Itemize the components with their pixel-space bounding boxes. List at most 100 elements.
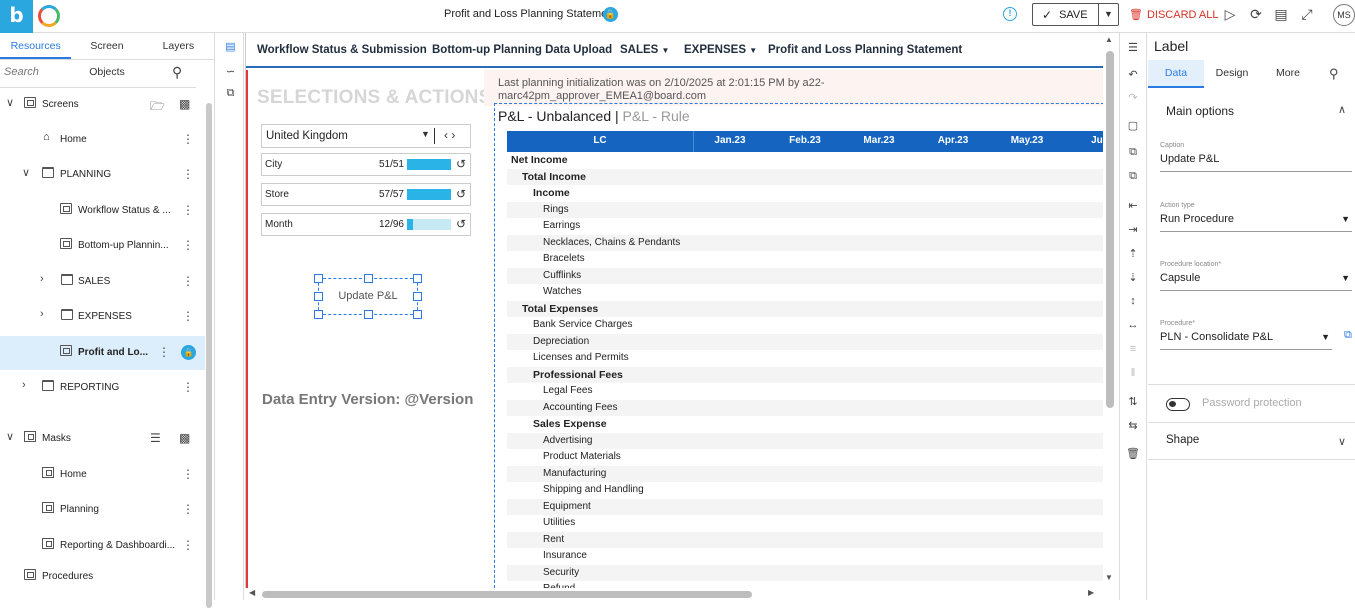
update-pl-label-object[interactable]: Update P&L (314, 274, 422, 319)
chevron-down-icon[interactable]: ∨ (1338, 435, 1346, 448)
search-icon[interactable]: ⚲ (1329, 66, 1339, 82)
screen-icon[interactable]: ▤ (1273, 6, 1289, 23)
send-backward-icon[interactable]: ⇆ (1126, 419, 1140, 432)
table-row[interactable]: Accounting Fees (507, 399, 1103, 416)
tab-data[interactable]: Data (1148, 60, 1204, 88)
chart-icon[interactable]: ∽ (224, 65, 237, 78)
bring-forward-icon[interactable]: ⇅ (1126, 395, 1140, 408)
resize-handle[interactable] (314, 310, 323, 319)
tree-item-reporting[interactable]: › REPORTING ⋮ (0, 371, 205, 405)
refresh-icon[interactable]: ⟳ (1248, 6, 1264, 23)
table-row[interactable]: Total Expenses (507, 300, 1103, 317)
menu-bottom-up[interactable]: Bottom-up Planning Data Upload (432, 44, 612, 56)
more-icon[interactable]: ⋮ (158, 345, 170, 359)
more-icon[interactable]: ⋮ (182, 132, 194, 146)
procedure-location-field[interactable]: Procedure location* Capsule ▼ (1160, 261, 1352, 291)
table-row[interactable]: Legal Fees (507, 383, 1103, 400)
table-row[interactable]: Watches (507, 284, 1103, 301)
caption-field[interactable]: Caption Update P&L (1160, 142, 1352, 172)
save-main[interactable]: ✓ SAVE (1033, 4, 1098, 25)
distribute-v-icon[interactable]: ≡ (1126, 343, 1140, 355)
align-center-v-icon[interactable]: ↕ (1126, 295, 1140, 307)
redo-icon[interactable]: ↷ (1126, 91, 1140, 104)
scroll-right-icon[interactable]: ▶ (1088, 588, 1094, 597)
tab-layers[interactable]: Layers (143, 33, 214, 59)
distribute-h-icon[interactable]: ‖ (1126, 367, 1140, 379)
grid-header-cell[interactable]: LC (507, 135, 693, 146)
menu-expenses[interactable]: EXPENSES ▼ (684, 44, 757, 56)
resize-handle[interactable] (413, 310, 422, 319)
screen-objects-icon[interactable]: ▤ (224, 40, 237, 53)
prev-next-icon[interactable]: ‹ › (444, 128, 455, 142)
canvas-horizontal-scrollbar[interactable]: ◀ ▶ (245, 588, 1103, 600)
more-icon[interactable]: ⋮ (182, 502, 194, 516)
grid-header-cell[interactable]: Apr.23 (930, 135, 976, 146)
tree-mask-planning[interactable]: Planning ⋮ (0, 493, 205, 527)
table-row[interactable]: Advertising (507, 432, 1103, 449)
more-icon[interactable]: ⋮ (182, 538, 194, 552)
password-toggle[interactable] (1166, 398, 1190, 411)
copy-icon[interactable]: ⧉ (224, 87, 237, 100)
tree-item-planning[interactable]: ∨ PLANNING ⋮ (0, 158, 205, 192)
grid-header-cell[interactable]: May.23 (1004, 135, 1050, 146)
resize-handle[interactable] (413, 292, 422, 301)
align-bottom-icon[interactable]: ⇣ (1126, 271, 1140, 284)
reset-icon[interactable]: ↺ (456, 187, 466, 201)
tab-screen-objects[interactable]: Screen Objects (71, 33, 142, 78)
lock-icon[interactable]: 🔒 (181, 345, 196, 360)
tree-mask-home[interactable]: Home ⋮ (0, 458, 205, 492)
trash-icon[interactable]: 🗑 (1126, 447, 1140, 460)
tree-item-profit-and-loss[interactable]: Profit and Lo... ⋮ 🔒 (0, 336, 205, 370)
table-row[interactable]: Earrings (507, 218, 1103, 235)
caret-down-icon[interactable]: ▼ (1341, 273, 1350, 283)
align-center-h-icon[interactable]: ↔ (1126, 319, 1140, 331)
tab-more[interactable]: More (1260, 60, 1316, 88)
table-row[interactable]: Total Income (507, 168, 1103, 185)
resize-handle[interactable] (364, 310, 373, 319)
table-row[interactable]: Bracelets (507, 251, 1103, 268)
selector-month[interactable]: Month 12/96 ↺ (261, 213, 471, 236)
scroll-left-icon[interactable]: ◀ (249, 588, 255, 597)
paste-icon[interactable]: ⧉ (1126, 170, 1140, 183)
more-icon[interactable]: ⋮ (182, 309, 194, 323)
shape-section[interactable]: Shape (1166, 434, 1199, 446)
scroll-up-icon[interactable]: ▲ (1105, 35, 1113, 44)
table-row[interactable]: Cufflinks (507, 267, 1103, 284)
table-row[interactable]: Insurance (507, 548, 1103, 565)
table-row[interactable]: Utilities (507, 515, 1103, 532)
caret-down-icon[interactable]: ▼ (1321, 332, 1330, 342)
undo-icon[interactable]: ↶ (1126, 68, 1140, 81)
table-row[interactable]: Refund (507, 581, 1103, 588)
reset-icon[interactable]: ↺ (456, 217, 466, 231)
chevron-right-icon[interactable]: › (40, 273, 44, 285)
table-row[interactable]: Bank Service Charges (507, 317, 1103, 334)
grid-header-cell[interactable]: Jan.23 (707, 135, 753, 146)
tab-design[interactable]: Design (1204, 60, 1260, 88)
table-row[interactable]: Shipping and Handling (507, 482, 1103, 499)
chevron-down-icon[interactable]: ∨ (6, 96, 14, 109)
caret-down-icon[interactable]: ▼ (421, 129, 430, 139)
table-row[interactable]: Manufacturing (507, 465, 1103, 482)
more-icon[interactable]: ⋮ (182, 238, 194, 252)
tree-item-expenses[interactable]: › EXPENSES ⋮ (0, 300, 205, 334)
align-right-icon[interactable]: ⇥ (1126, 223, 1140, 236)
board-logo[interactable]: b (0, 0, 33, 33)
canvas-vertical-scrollbar[interactable]: ▲ ▼ (1103, 33, 1117, 588)
selector-city[interactable]: City 51/51 ↺ (261, 153, 471, 176)
selector-store[interactable]: Store 57/57 ↺ (261, 183, 471, 206)
menu-workflow[interactable]: Workflow Status & Submission (257, 44, 427, 56)
country-dropdown[interactable]: United Kingdom ▼ ‹ › (261, 124, 471, 148)
save-button[interactable]: ✓ SAVE ▼ (1032, 3, 1119, 26)
table-row[interactable]: Rent (507, 531, 1103, 548)
procedure-location-select[interactable]: Capsule ▼ (1160, 272, 1352, 291)
chevron-right-icon[interactable]: › (40, 308, 44, 320)
table-row[interactable]: Sales Expense (507, 416, 1103, 433)
add-mask-icon[interactable]: ▩ (179, 431, 190, 445)
paint-icon[interactable]: ▢ (1126, 119, 1140, 132)
reset-icon[interactable]: ↺ (456, 157, 466, 171)
tree-item-home[interactable]: ⌂ Home ⋮ (0, 123, 205, 157)
caption-input[interactable]: Update P&L (1160, 153, 1352, 172)
tree-screens-header[interactable]: ∨ Screens 🗁 ▩ (0, 88, 205, 122)
resize-handle[interactable] (364, 274, 373, 283)
expand-icon[interactable]: ⤢ (1299, 6, 1315, 23)
